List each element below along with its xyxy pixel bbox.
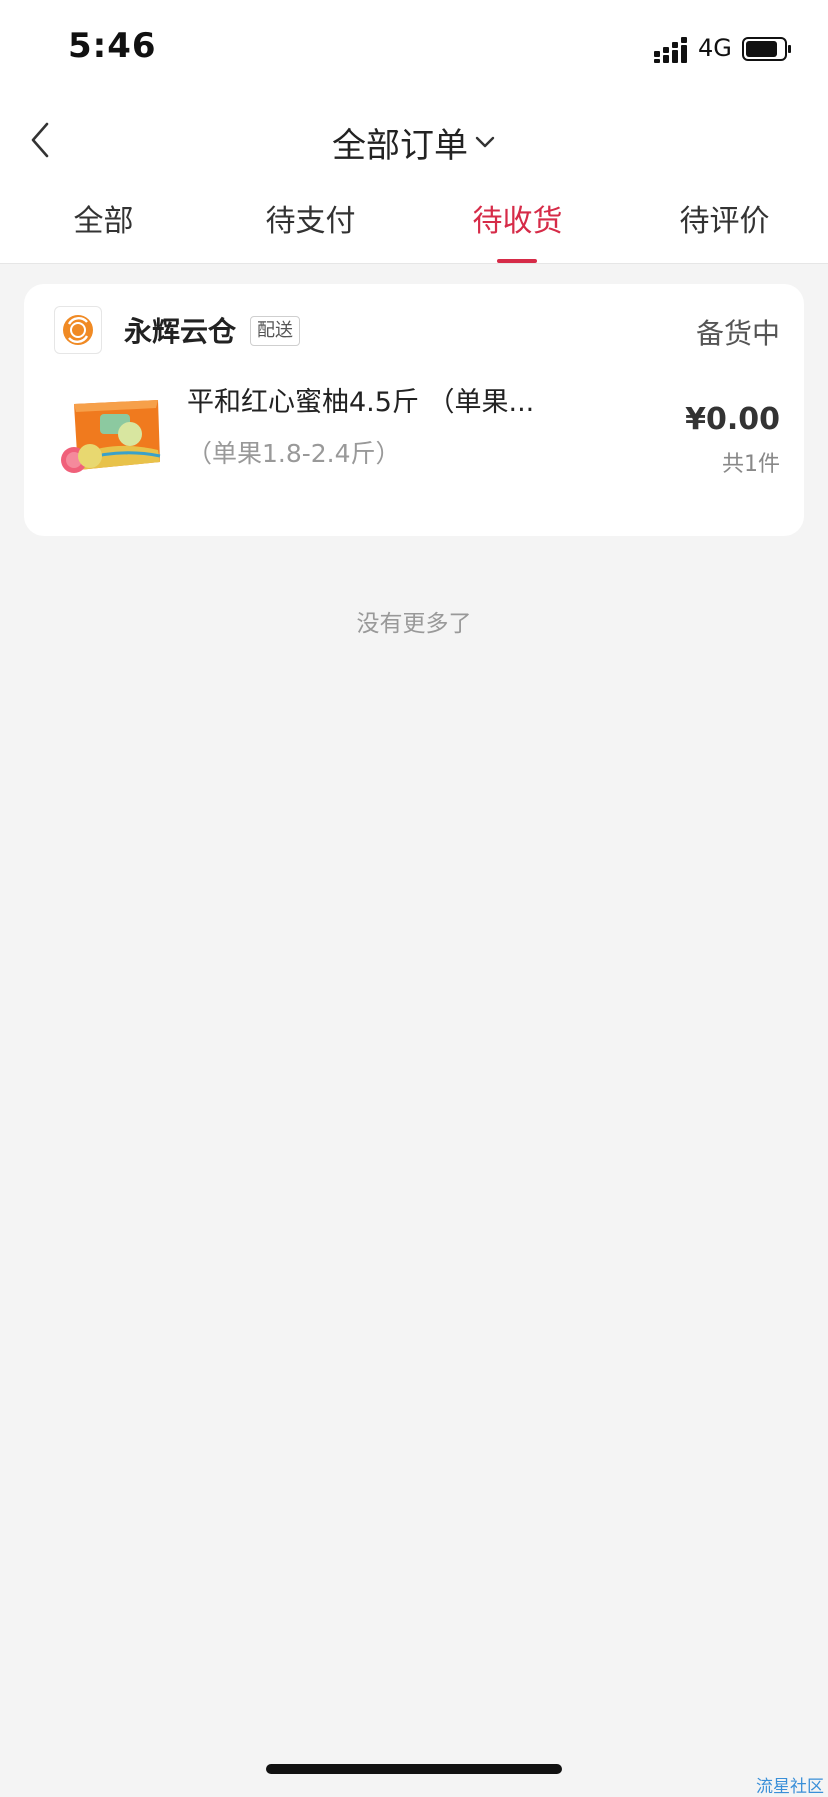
store-name: 永辉云仓	[124, 315, 237, 348]
store-logo	[54, 306, 102, 354]
product-price: ¥0.00	[685, 402, 780, 437]
order-card[interactable]: 永辉云仓 配送 备货中 平和红心蜜柚4.5斤 （单果... （单果1.8-2.4…	[24, 284, 804, 536]
tab-pending-receipt[interactable]: 待收货	[414, 196, 621, 263]
tab-label: 待评价	[679, 204, 770, 239]
tab-pending-review[interactable]: 待评价	[621, 196, 828, 263]
signal-strength-icon	[654, 37, 687, 63]
tab-pending-payment[interactable]: 待支付	[207, 196, 414, 263]
home-indicator[interactable]	[266, 1764, 562, 1774]
page-title: 全部订单	[332, 125, 468, 166]
order-tabs: 全部 待支付 待收货 待评价	[0, 196, 828, 263]
order-status: 备货中	[695, 317, 780, 350]
chevron-down-icon	[475, 136, 495, 148]
battery-icon	[742, 37, 791, 61]
tab-label: 待收货	[472, 204, 563, 239]
status-time: 5:46	[68, 26, 157, 66]
product-quantity: 共1件	[722, 452, 780, 477]
order-filter-dropdown[interactable]: 全部订单	[332, 118, 496, 167]
product-name: 平和红心蜜柚4.5斤 （单果...	[187, 387, 535, 418]
active-tab-indicator	[497, 259, 537, 263]
tab-all[interactable]: 全部	[0, 196, 207, 263]
list-end-text: 没有更多了	[356, 611, 472, 637]
watermark: 流星社区	[756, 1777, 824, 1797]
header-area: 5:46 4G 全部订单 全部 待支付 待收货 待评价	[0, 0, 828, 264]
yonghui-logo-icon	[63, 315, 93, 345]
tab-label: 全部	[73, 204, 134, 239]
title-bar: 全部订单	[0, 118, 828, 166]
network-type: 4G	[698, 34, 732, 62]
tab-label: 待支付	[265, 204, 356, 239]
delivery-badge: 配送	[250, 316, 300, 346]
product-image	[61, 400, 161, 473]
product-spec: （单果1.8-2.4斤）	[187, 439, 401, 468]
